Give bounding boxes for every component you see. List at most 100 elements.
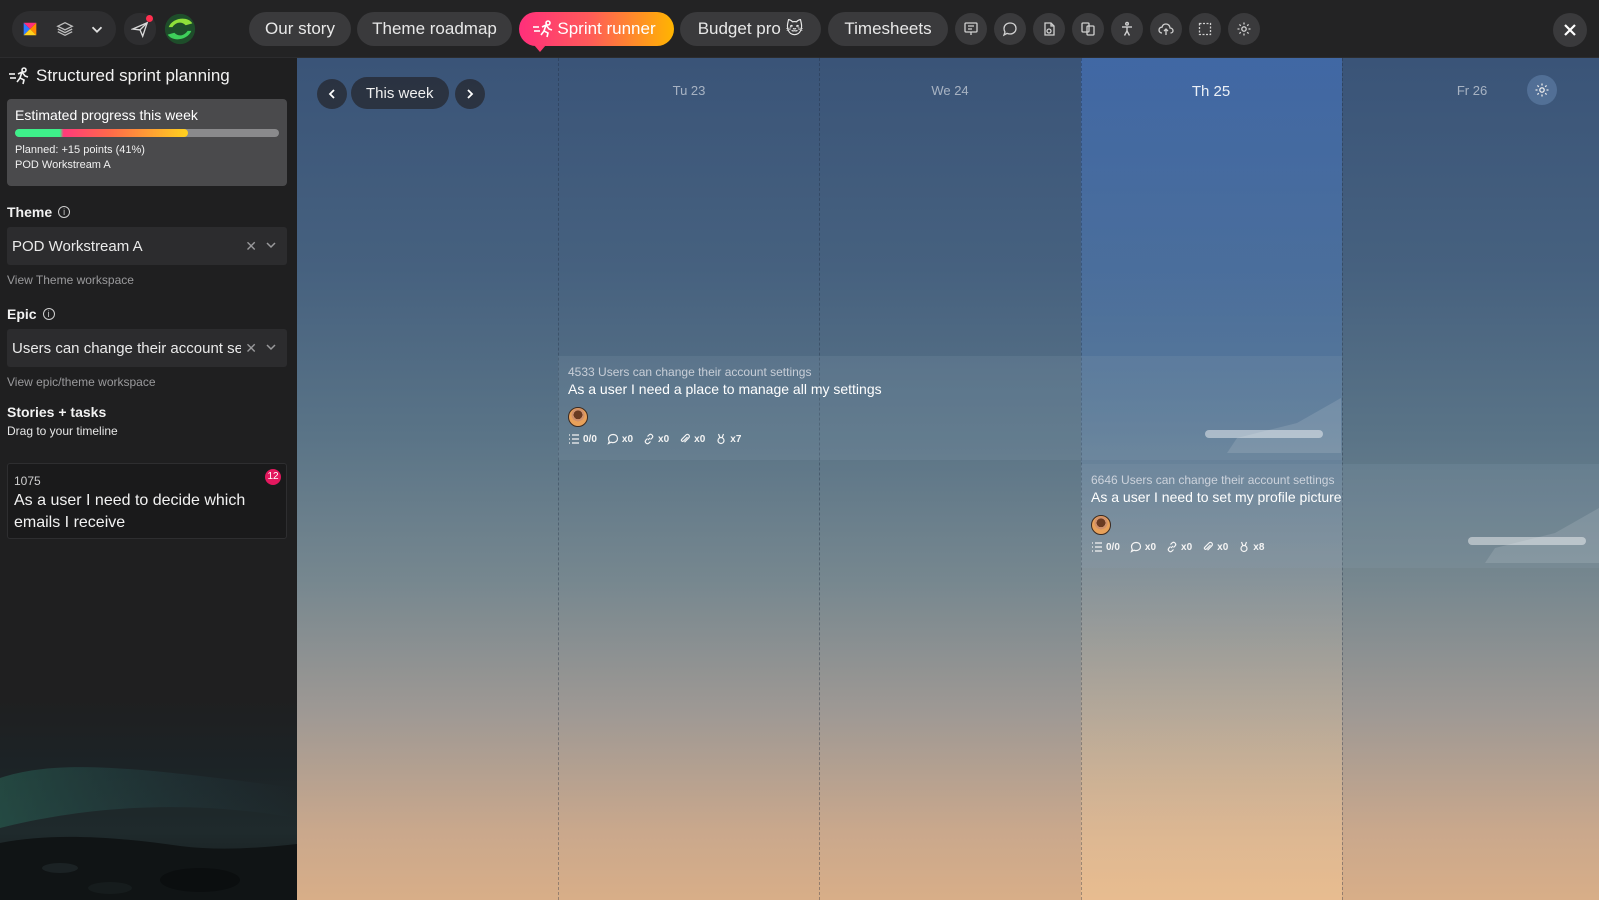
epic-select[interactable]: Users can change their account settings … [7, 329, 287, 367]
stories-label: Stories + tasks [7, 404, 107, 420]
column-divider [558, 58, 559, 900]
document-icon[interactable] [1033, 13, 1065, 45]
links-value: x0 [1181, 541, 1193, 553]
presentation-icon[interactable] [955, 13, 987, 45]
day-header-tu: Tu 23 [672, 83, 706, 98]
attachments-value: x0 [694, 433, 706, 445]
assignee-avatar[interactable] [1091, 515, 1111, 535]
epic-select-value: Users can change their account settings [12, 339, 241, 357]
paperclip-icon [680, 433, 691, 443]
task-resize-handle[interactable] [1468, 537, 1586, 545]
day-header-th: Th 25 [1191, 83, 1231, 100]
comment-icon [1130, 541, 1142, 553]
top-bar: Our story Theme roadmap Sprint runner Bu… [0, 0, 1599, 58]
points-value: x7 [730, 433, 742, 445]
compare-icon[interactable] [1072, 13, 1104, 45]
chevron-right-icon [467, 89, 474, 99]
points-count: x8 [1238, 541, 1264, 553]
comments-count: x0 [607, 433, 633, 445]
comments-count: x0 [1130, 541, 1156, 553]
this-week-button[interactable]: This week [351, 77, 449, 109]
chevron-down-icon[interactable] [265, 340, 277, 357]
story-text: As a user I need to decide which emails … [14, 492, 246, 531]
background-landscape [0, 767, 297, 900]
task-epic-line: 6646 Users can change their account sett… [1091, 473, 1335, 487]
epic-label-text: Epic [7, 306, 37, 322]
stories-subtitle: Drag to your timeline [7, 424, 118, 438]
links-value: x0 [658, 433, 670, 445]
epic-label: Epic i [7, 306, 55, 322]
progress-bar-fill [15, 129, 189, 137]
progress-planned-text: Planned: +15 points (41%) [15, 144, 145, 156]
paperclip-icon [1203, 541, 1214, 551]
selection-icon[interactable] [1189, 13, 1221, 45]
timeline-settings-button[interactable] [1527, 75, 1557, 105]
story-card[interactable]: 1075 As a user I need to decide which em… [7, 463, 287, 539]
task-card[interactable]: 4533 Users can change their account sett… [558, 365, 1078, 445]
checklist-value: 0/0 [1106, 541, 1120, 553]
task-epic-line: 4533 Users can change their account sett… [568, 365, 812, 379]
active-tab-pointer [534, 45, 546, 52]
app-logo-icon[interactable] [15, 14, 45, 44]
story-badge: 12 [265, 469, 281, 485]
task-meta: 0/0 x0 x0 x0 x7 [568, 433, 1068, 445]
attachments-count: x0 [679, 433, 705, 445]
checklist-count: 0/0 [1091, 541, 1120, 553]
layers-icon[interactable] [50, 14, 80, 44]
tab-budget-pro[interactable]: Budget pro 🐱 [680, 12, 821, 46]
progress-bar [15, 129, 279, 137]
assignee-avatar[interactable] [568, 407, 588, 427]
comments-value: x0 [621, 433, 634, 445]
links-count: x0 [643, 433, 669, 445]
theme-label-text: Theme [7, 204, 53, 220]
notifications-send-icon[interactable] [124, 13, 156, 45]
clear-icon[interactable]: ✕ [245, 238, 257, 255]
theme-label: Theme i [7, 204, 71, 220]
timeline-area: This week Tu 23 We 24 Th 25 Fr 26 4533 U… [297, 58, 1599, 900]
checklist-icon [1092, 542, 1102, 552]
link-icon [1167, 541, 1177, 553]
accessibility-icon[interactable] [1111, 13, 1143, 45]
checklist-icon [569, 434, 579, 444]
progress-card: Estimated progress this week Planned: +1… [7, 99, 287, 186]
link-icon [644, 433, 654, 445]
tab-our-story[interactable]: Our story [249, 12, 351, 46]
comment-icon [607, 433, 619, 445]
medal-icon [717, 433, 725, 445]
story-id: 1075 [14, 474, 41, 488]
tab-theme-roadmap[interactable]: Theme roadmap [357, 12, 512, 46]
theme-select-value: POD Workstream A [12, 237, 143, 255]
tab-sprint-runner[interactable]: Sprint runner [519, 12, 674, 46]
next-week-button[interactable] [455, 79, 485, 109]
task-title: As a user I need to set my profile pictu… [1091, 489, 1342, 505]
theme-select[interactable]: POD Workstream A ✕ [7, 227, 287, 265]
user-avatar[interactable] [162, 11, 198, 47]
chevron-down-icon[interactable] [265, 238, 277, 255]
links-count: x0 [1166, 541, 1192, 553]
checklist-count: 0/0 [568, 433, 597, 445]
info-icon[interactable]: i [58, 206, 71, 218]
app-switcher [12, 11, 116, 47]
sidebar-title: Structured sprint planning [36, 66, 230, 85]
cloud-upload-icon[interactable] [1150, 13, 1182, 45]
chat-icon[interactable] [994, 13, 1026, 45]
gear-icon [1535, 83, 1549, 97]
view-epic-workspace-link[interactable]: View epic/theme workspace [7, 375, 156, 389]
view-theme-workspace-link[interactable]: View Theme workspace [7, 273, 134, 287]
sprint-runner-icon [9, 67, 29, 85]
column-divider [819, 58, 820, 900]
chevron-left-icon [328, 89, 335, 99]
sprint-runner-icon [532, 20, 554, 43]
day-header-fr: Fr 26 [1456, 83, 1488, 98]
close-button[interactable] [1553, 13, 1587, 47]
previous-week-button[interactable] [317, 79, 347, 109]
points-value: x8 [1253, 541, 1265, 553]
info-icon[interactable]: i [42, 308, 55, 320]
points-count: x7 [715, 433, 741, 445]
tab-timesheets[interactable]: Timesheets [828, 12, 948, 46]
clear-icon[interactable]: ✕ [245, 340, 257, 357]
settings-icon[interactable] [1228, 13, 1260, 45]
attachments-count: x0 [1202, 541, 1228, 553]
chevron-down-icon[interactable] [82, 14, 112, 44]
task-resize-handle[interactable] [1205, 430, 1323, 438]
